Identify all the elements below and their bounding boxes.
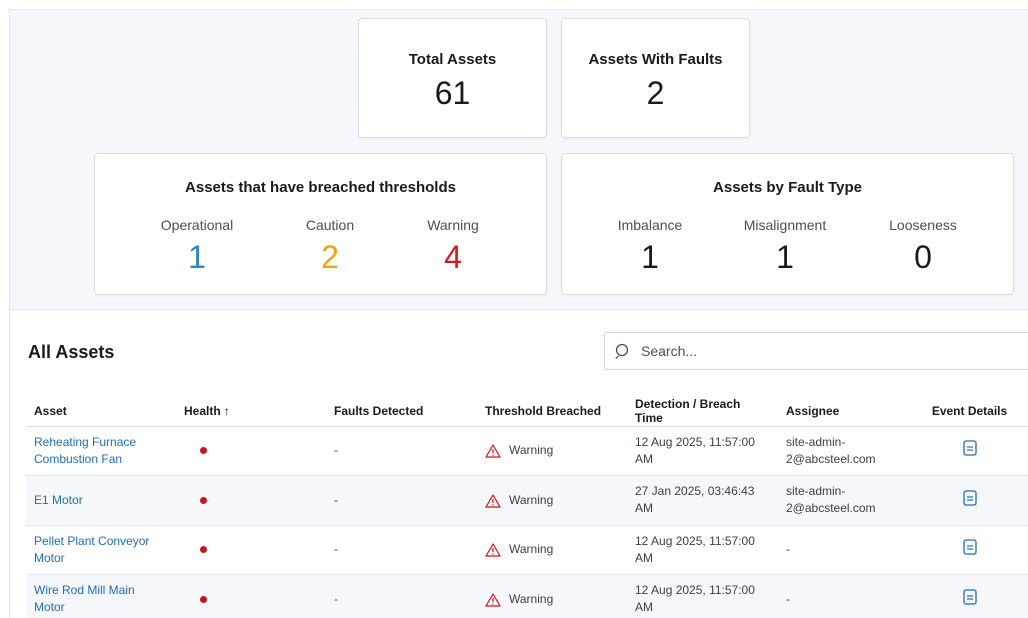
stat-warning-label: Warning <box>427 217 479 233</box>
document-icon[interactable] <box>962 589 977 605</box>
column-header-faults[interactable]: Faults Detected <box>326 396 477 427</box>
faults-detected-cell: - <box>326 426 477 476</box>
assignee-cell: - <box>778 525 910 575</box>
column-header-detection-time[interactable]: Detection / Breach Time <box>627 396 778 427</box>
fault-type-title: Assets by Fault Type <box>713 179 862 196</box>
warning-triangle-icon <box>485 592 501 607</box>
warning-triangle-icon <box>485 493 501 508</box>
threshold-cell: Warning <box>477 426 627 476</box>
assets-table: Asset Health ↑ Faults Detected Threshold … <box>26 396 1028 618</box>
asset-name-link[interactable]: Pellet Plant Conveyor Motor <box>26 525 176 575</box>
threshold-cell: Warning <box>477 574 627 618</box>
event-details-cell <box>910 525 1028 575</box>
stat-operational-label: Operational <box>160 217 234 233</box>
stat-operational-value: 1 <box>188 239 206 275</box>
assignee-cell: site-admin-2@abcsteel.com <box>778 426 910 476</box>
document-icon[interactable] <box>962 440 977 456</box>
assets-with-faults-title: Assets With Faults <box>588 51 723 68</box>
column-header-assignee[interactable]: Assignee <box>778 396 910 427</box>
assignee-cell: - <box>778 574 910 618</box>
threshold-cell: Warning <box>477 475 627 526</box>
assignee-cell: site-admin-2@abcsteel.com <box>778 475 910 526</box>
column-header-threshold[interactable]: Threshold Breached <box>477 396 627 427</box>
detection-time-cell: 12 Aug 2025, 11:57:00 AM <box>627 426 778 476</box>
stat-misalignment: Misalignment 1 <box>725 217 845 276</box>
column-header-health[interactable]: Health ↑ <box>176 396 326 427</box>
stat-caution-value: 2 <box>321 239 339 275</box>
document-icon[interactable] <box>962 539 977 555</box>
warning-triangle-icon <box>485 444 501 458</box>
table-row: Pellet Plant Conveyor Motor - Warning 12… <box>26 525 1028 575</box>
detection-time-cell: 12 Aug 2025, 11:57:00 AM <box>627 574 778 618</box>
table-row: Reheating Furnace Combustion Fan - Warni… <box>26 426 1028 476</box>
stat-warning-value: 4 <box>444 239 462 275</box>
fault-type-card: Assets by Fault Type Imbalance 1 Misalig… <box>561 153 1014 295</box>
stat-imbalance-label: Imbalance <box>617 217 683 233</box>
table-row: E1 Motor - Warning 27 Jan 2025, 03:46:43… <box>26 475 1028 526</box>
stat-operational: Operational 1 <box>137 217 257 276</box>
column-header-event-details: Event Details <box>910 396 1028 427</box>
stat-caution: Caution 2 <box>270 217 390 276</box>
health-cell <box>176 475 326 526</box>
search-icon <box>615 343 629 359</box>
breached-thresholds-title: Assets that have breached thresholds <box>185 179 456 196</box>
stat-imbalance: Imbalance 1 <box>590 217 710 276</box>
faults-detected-cell: - <box>326 574 477 618</box>
assets-with-faults-card: Assets With Faults 2 <box>561 18 750 138</box>
threshold-label: Warning <box>509 591 554 606</box>
search-input[interactable] <box>641 333 1021 369</box>
asset-name-link[interactable]: E1 Motor <box>26 475 176 526</box>
stat-caution-label: Caution <box>305 217 355 233</box>
threshold-label: Warning <box>509 443 554 458</box>
sort-ascending-icon[interactable]: ↑ <box>224 404 230 418</box>
event-details-cell <box>910 426 1028 476</box>
stat-looseness-label: Looseness <box>889 217 957 233</box>
column-header-health-label: Health <box>184 403 221 418</box>
assets-with-faults-value: 2 <box>646 75 665 111</box>
total-assets-title: Total Assets <box>408 51 497 68</box>
health-status-dot <box>200 496 207 504</box>
detection-time-cell: 12 Aug 2025, 11:57:00 AM <box>627 525 778 575</box>
stat-misalignment-label: Misalignment <box>743 217 827 233</box>
table-header-row: Asset Health ↑ Faults Detected Threshold … <box>26 396 1028 427</box>
threshold-label: Warning <box>509 542 554 557</box>
health-status-dot <box>200 595 207 603</box>
search-box[interactable] <box>604 332 1028 370</box>
table-row: Wire Rod Mill Main Motor - Warning 12 Au… <box>26 574 1028 618</box>
stat-misalignment-value: 1 <box>776 239 794 275</box>
health-cell <box>176 525 326 575</box>
event-details-cell <box>910 574 1028 618</box>
all-assets-title: All Assets <box>28 342 115 362</box>
stat-warning: Warning 4 <box>393 217 513 276</box>
document-icon[interactable] <box>962 490 977 506</box>
health-status-dot <box>200 546 207 554</box>
breached-thresholds-card: Assets that have breached thresholds Ope… <box>94 153 547 295</box>
threshold-cell: Warning <box>477 525 627 575</box>
health-status-dot <box>200 447 207 455</box>
asset-name-link[interactable]: Reheating Furnace Combustion Fan <box>26 426 176 476</box>
total-assets-card: Total Assets 61 <box>358 18 547 138</box>
faults-detected-cell: - <box>326 525 477 575</box>
stat-looseness-value: 0 <box>914 239 932 275</box>
event-details-cell <box>910 475 1028 526</box>
health-cell <box>176 426 326 476</box>
warning-triangle-icon <box>485 543 501 557</box>
detection-time-cell: 27 Jan 2025, 03:46:43 AM <box>627 475 778 526</box>
total-assets-value: 61 <box>434 75 471 111</box>
stat-imbalance-value: 1 <box>641 239 659 275</box>
column-header-asset[interactable]: Asset <box>26 396 176 427</box>
asset-name-link[interactable]: Wire Rod Mill Main Motor <box>26 574 176 618</box>
health-cell <box>176 574 326 618</box>
summary-area: Total Assets 61 Assets With Faults 2 Ass… <box>10 10 1028 310</box>
dashboard: Total Assets 61 Assets With Faults 2 Ass… <box>9 9 1028 618</box>
stat-looseness: Looseness 0 <box>863 217 983 276</box>
threshold-label: Warning <box>509 492 554 507</box>
faults-detected-cell: - <box>326 475 477 526</box>
